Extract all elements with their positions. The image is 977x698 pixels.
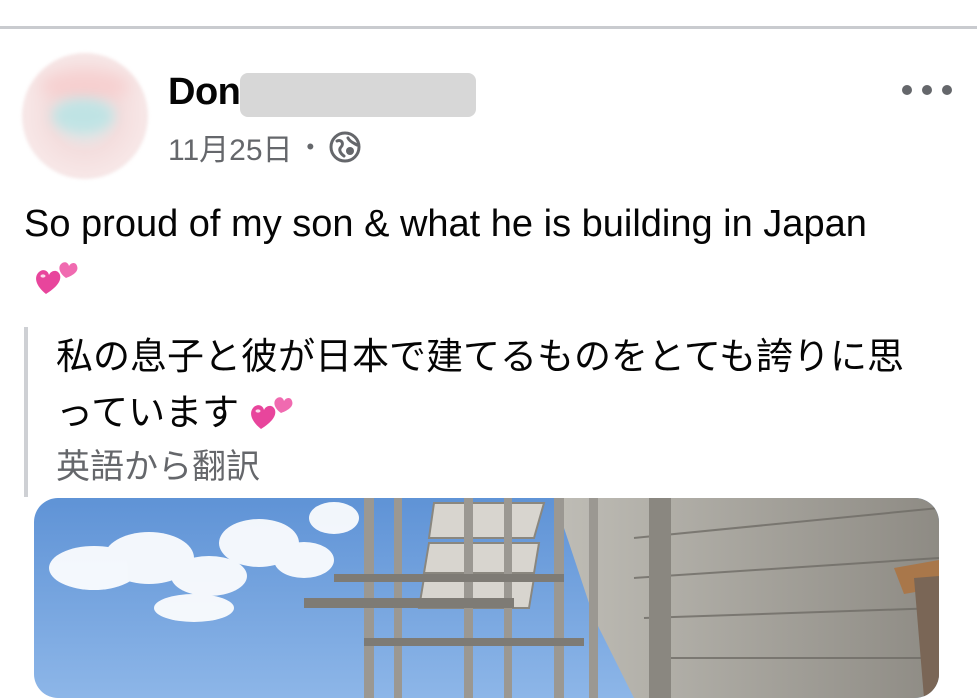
- feed-divider: [0, 0, 977, 29]
- post-body: So proud of my son & what he is building…: [24, 197, 904, 305]
- post-photo[interactable]: [34, 498, 939, 698]
- translation-source-link[interactable]: 英語から翻訳: [56, 441, 924, 493]
- meta-separator: •: [306, 134, 315, 159]
- translation-text: 私の息子と彼が日本で建てるものをとても誇りに思っています: [56, 335, 905, 434]
- translation-block: 私の息子と彼が日本で建てるものをとても誇りに思っています 英語から翻訳: [24, 327, 924, 497]
- more-options-icon[interactable]: [902, 77, 952, 103]
- post-text: So proud of my son & what he is building…: [24, 203, 867, 245]
- two-hearts-icon: [251, 397, 293, 429]
- avatar[interactable]: [22, 53, 148, 179]
- post-meta: 11月25日 •: [168, 125, 362, 169]
- post-date[interactable]: 11月25日: [168, 125, 293, 169]
- name-redaction: [240, 73, 476, 117]
- globe-icon: [329, 131, 361, 163]
- translation-text-wrapper: 私の息子と彼が日本で建てるものをとても誇りに思っています: [56, 329, 924, 441]
- author-name[interactable]: Don: [168, 71, 241, 114]
- two-hearts-icon: [36, 262, 78, 294]
- facebook-post: Don 11月25日 • So proud of my son & what h…: [0, 29, 977, 698]
